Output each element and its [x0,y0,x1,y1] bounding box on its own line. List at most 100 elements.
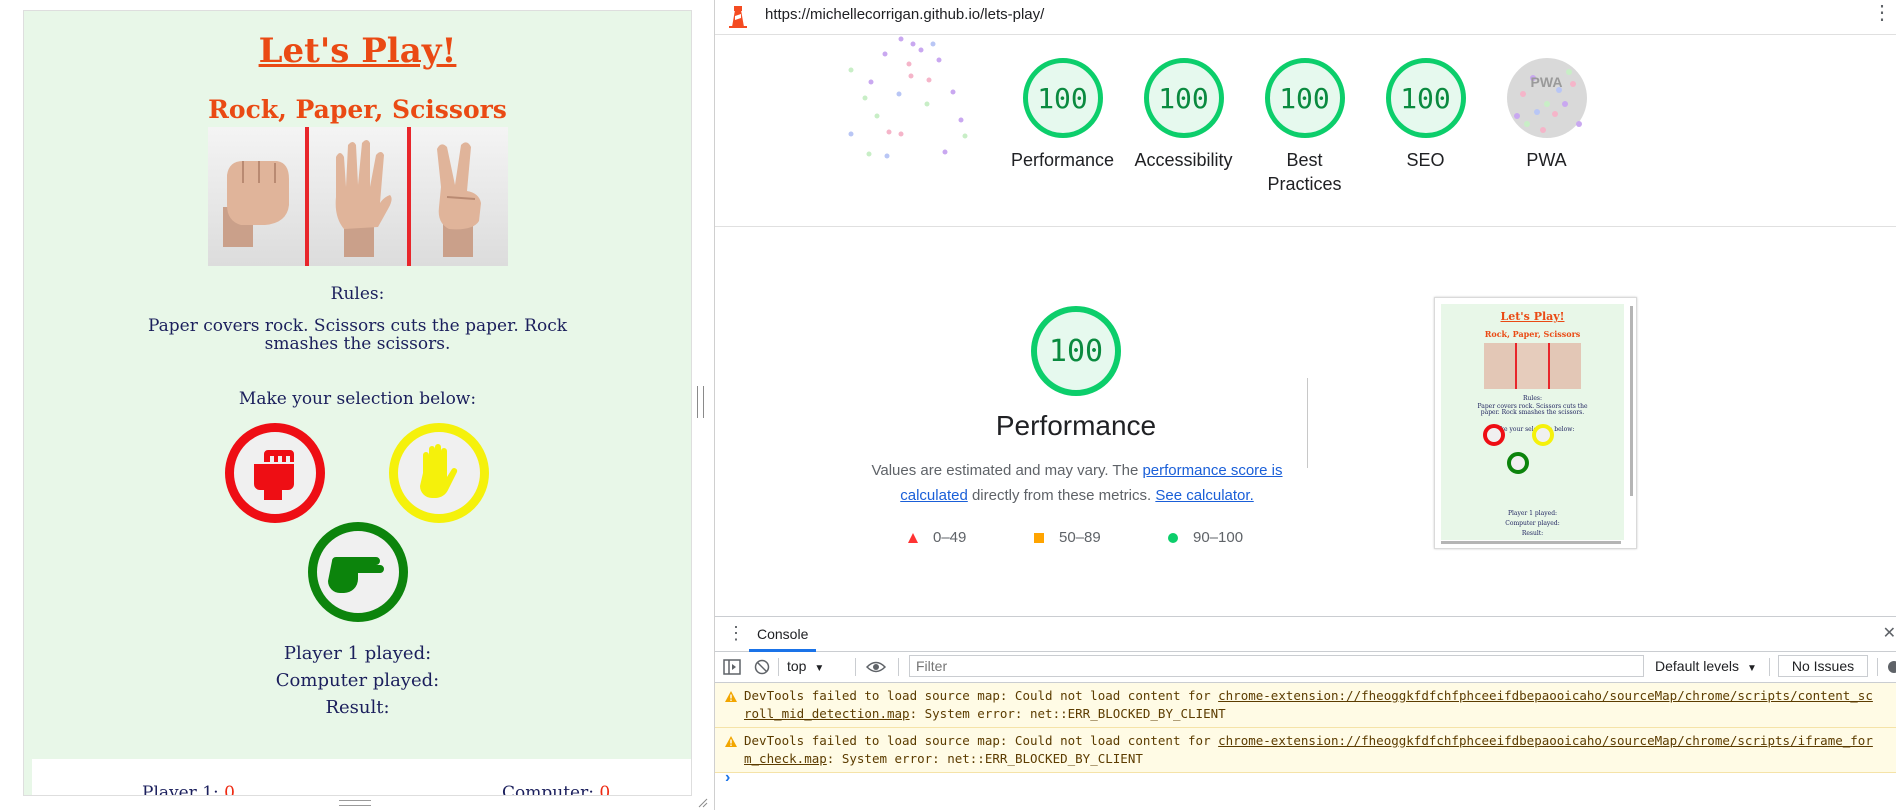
report-menu-icon[interactable]: ⋮ [1872,0,1892,26]
page-title: Let's Play! [258,31,457,71]
thumbnail-title: Let's Play! [1500,310,1565,323]
console-warning-message: DevTools failed to load source map: Coul… [715,728,1896,773]
paper-button[interactable] [389,423,489,523]
gauge-performance-score: 100 [1022,58,1103,138]
thumbnail-page: Let's Play! Rock, Paper, Scissors Rules:… [1441,304,1624,540]
gauge-pwa-label: PWA [1526,150,1567,170]
thumbnail-subtitle: Rock, Paper, Scissors [1484,329,1581,339]
confetti-decoration [848,36,968,159]
devtools-drawer: ⋮ Console ✕ top ▼ Default levels ▼ [715,616,1896,811]
rock-hand-image [208,127,306,266]
thumbnail-computer-played: Computer played: [1505,520,1560,527]
viewport-side-resize-handle[interactable] [697,386,704,418]
gauge-performance[interactable]: 100 Performance [1000,58,1125,172]
page-screenshot-thumbnail[interactable]: Let's Play! Rock, Paper, Scissors Rules:… [1434,297,1637,549]
section-divider [715,226,1896,227]
gauge-best-practices[interactable]: 100 Best Practices [1242,58,1367,196]
page-subtitle: Rock, Paper, Scissors [208,95,507,124]
gauge-accessibility[interactable]: 100 Accessibility [1121,58,1246,172]
computer-score-label: Computer: [502,783,594,796]
performance-gauge-score: 100 [1031,306,1121,396]
sidebar-toggle-icon[interactable] [723,659,741,675]
legend-average: 50–89 [1033,529,1101,546]
warning-icon [725,691,737,702]
rock-icon [254,450,294,500]
vertical-separator [1307,378,1308,468]
console-prompt[interactable]: › [725,769,730,787]
computer-score-value: 0 [599,783,611,796]
thumbnail-paper-icon [1532,424,1554,446]
player-played: Player 1 played: [283,643,432,664]
toolbar-separator [855,658,856,676]
pass-circle-icon [1168,532,1178,543]
gauge-performance-label: Performance [1010,150,1115,170]
performance-desc-text-2: directly from these metrics. [967,487,1156,504]
warning-icon [725,736,737,747]
fail-triangle-icon [908,532,918,543]
gauge-best-practices-label: Best Practices [1267,150,1342,194]
gauge-seo[interactable]: 100 SEO [1363,58,1488,172]
see-calculator-link[interactable]: See calculator. [1155,487,1253,504]
close-drawer-icon[interactable]: ✕ [1883,623,1896,643]
warning-text-suffix: : System error: net::ERR_BLOCKED_BY_CLIE… [909,706,1226,721]
performance-desc-text-1: Values are estimated and may vary. The [871,462,1143,479]
console-settings-icon[interactable] [1886,659,1896,675]
console-filter-input[interactable] [909,655,1644,677]
paper-icon [420,444,458,498]
warning-text: DevTools failed to load source map: Coul… [744,687,1874,723]
player-score: Player 1: 0 [142,783,235,796]
scissors-hand-image [406,127,508,266]
legend-fail: 0–49 [907,529,966,546]
computer-played: Computer played: [275,670,440,691]
issues-button[interactable]: No Issues [1778,655,1868,677]
scissors-button[interactable] [308,522,408,622]
thumbnail-hands-image [1483,343,1582,389]
log-levels-dropdown[interactable]: Default levels ▼ [1655,658,1757,674]
rules-text: Paper covers rock. Scissors cuts the pap… [147,316,568,354]
thumbnail-result: Result: [1521,530,1544,537]
report-url[interactable]: https://michellecorrigan.github.io/lets-… [765,6,1044,23]
legend-average-range: 50–89 [1059,529,1101,546]
chevron-down-icon: ▼ [1746,663,1757,674]
gauge-pwa[interactable]: PWA PWA [1484,58,1609,172]
gauge-seo-label: SEO [1406,150,1445,170]
rock-button[interactable] [225,423,325,523]
make-selection-prompt: Make your selection below: [238,389,477,409]
console-toolbar: top ▼ Default levels ▼ No Issues [715,652,1896,683]
rules-heading: Rules: [330,284,385,304]
paper-hand-image [305,127,407,266]
context-selector[interactable]: top ▼ [787,658,824,674]
gauge-accessibility-label: Accessibility [1134,150,1233,170]
toolbar-separator [898,658,899,676]
drawer-menu-icon[interactable]: ⋮ [727,623,745,644]
console-warning-message: DevTools failed to load source map: Coul… [715,683,1896,728]
warning-text-prefix: DevTools failed to load source map: Coul… [744,733,1219,748]
result-label: Result: [325,697,390,718]
pwa-confetti-decoration [1513,69,1582,133]
device-viewport: Let's Play! Rock, Paper, Scissors Rules:… [0,0,715,810]
corner-resize-icon[interactable] [696,796,708,808]
eye-icon[interactable] [866,660,886,674]
legend-fail-range: 0–49 [933,529,967,546]
pwa-badge-text: PWA [1530,74,1563,90]
clear-console-icon[interactable] [754,659,770,675]
warning-text-prefix: DevTools failed to load source map: Coul… [744,688,1219,703]
chevron-down-icon: ▼ [814,663,825,674]
thumbnail-rock-icon [1483,424,1505,446]
warning-text-suffix: : System error: net::ERR_BLOCKED_BY_CLIE… [826,751,1143,766]
legend-pass: 90–100 [1167,529,1243,546]
drawer-tab-bar: ⋮ Console ✕ [715,617,1896,652]
tab-console[interactable]: Console [749,617,817,652]
thumbnail-player-played: Player 1 played: [1507,510,1558,517]
warning-text: DevTools failed to load source map: Coul… [744,732,1874,768]
game-page: Let's Play! Rock, Paper, Scissors Rules:… [23,10,692,796]
performance-description: Values are estimated and may vary. The p… [867,458,1287,508]
viewport-bottom-resize-handle[interactable] [339,800,371,806]
player-score-value: 0 [224,783,235,796]
toolbar-separator [778,658,779,676]
gauge-seo-score: 100 [1385,58,1466,138]
toolbar-separator [1769,658,1770,676]
gauge-best-practices-score: 100 [1264,58,1345,138]
thumbnail-scissors-icon [1507,452,1529,474]
average-square-icon [1034,532,1044,543]
